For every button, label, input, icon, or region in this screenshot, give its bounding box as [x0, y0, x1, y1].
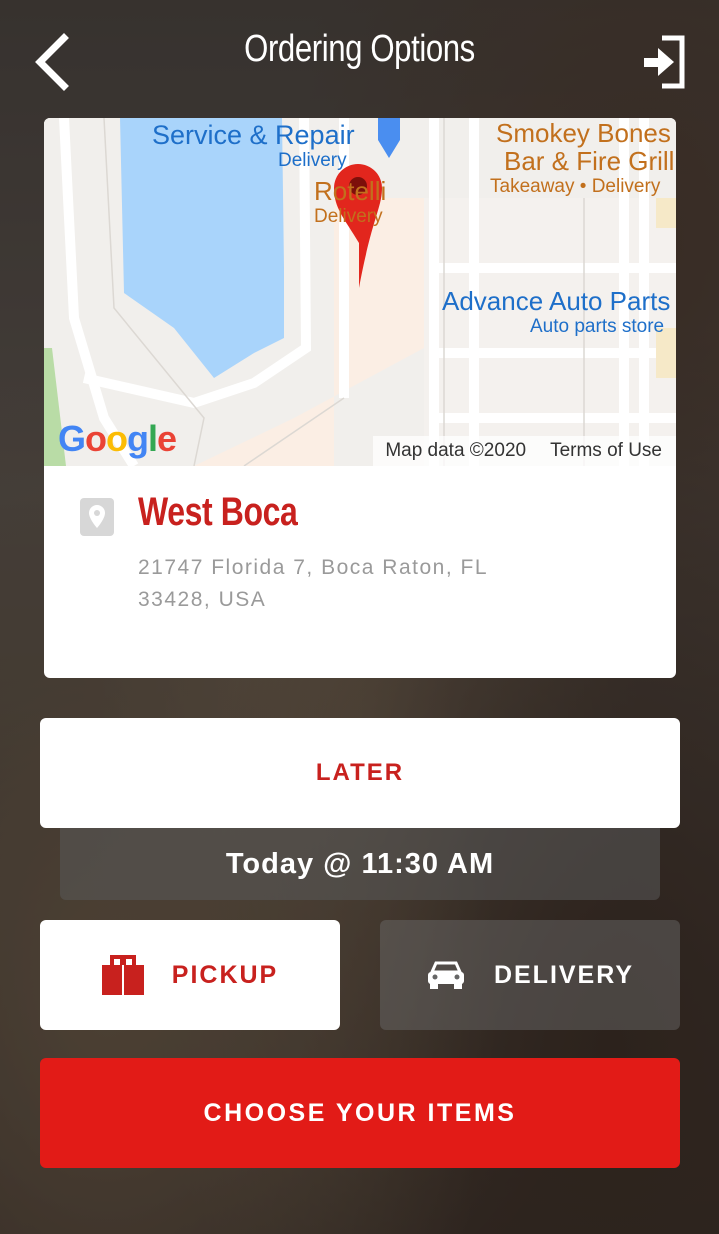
map-label-advance: Advance Auto Parts — [442, 286, 671, 316]
shopping-bag-icon — [101, 955, 144, 995]
location-card: Service & Repair Delivery Rotelli Delive… — [44, 118, 676, 678]
map-label-service: Service & Repair — [152, 120, 355, 150]
map-label-smokey-1: Smokey Bones — [496, 118, 671, 148]
car-icon — [427, 961, 464, 989]
later-button[interactable]: LATER — [40, 718, 680, 828]
choose-items-button[interactable]: CHOOSE YOUR ITEMS — [40, 1058, 680, 1168]
terms-of-use-link[interactable]: Terms of Use — [550, 440, 662, 462]
location-name: West Boca — [138, 490, 298, 534]
app-header: Ordering Options — [0, 0, 719, 115]
scheduled-time[interactable]: Today @ 11:30 AM — [60, 828, 660, 900]
delivery-button[interactable]: DELIVERY — [380, 920, 680, 1030]
map-label-rotelli: Rotelli — [314, 176, 387, 206]
map-label-rotelli-sub: Delivery — [314, 206, 383, 227]
map-pin-icon — [80, 498, 114, 536]
pickup-label: PICKUP — [171, 960, 279, 989]
map-label-smokey-2: Bar & Fire Grill — [504, 146, 675, 176]
location-address: 21747 Florida 7, Boca Raton, FL 33428, U… — [138, 556, 488, 611]
page-title: Ordering Options — [244, 28, 475, 70]
map-label-service-sub: Delivery — [278, 150, 347, 171]
map-data-text: Map data ©2020 — [385, 440, 527, 461]
map-footer: Map data ©2020 Terms of Use — [373, 436, 676, 466]
delivery-label: DELIVERY — [493, 960, 635, 989]
sign-in-button[interactable] — [640, 30, 690, 94]
pickup-button[interactable]: PICKUP — [40, 920, 340, 1030]
location-map[interactable]: Service & Repair Delivery Rotelli Delive… — [44, 118, 676, 466]
map-label-smokey-sub: Takeaway • Delivery — [490, 176, 661, 197]
sign-in-icon — [644, 35, 685, 89]
map-label-advance-sub: Auto parts store — [530, 316, 665, 337]
google-logo: Google — [58, 418, 177, 459]
